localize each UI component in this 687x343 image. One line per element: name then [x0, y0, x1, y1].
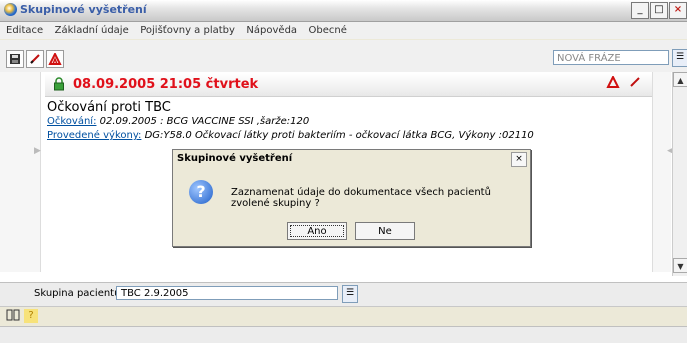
- no-button[interactable]: Ne: [355, 222, 415, 240]
- save-button[interactable]: [6, 50, 24, 68]
- save-icon: [10, 54, 20, 64]
- title-bar: Skupinové vyšetření _ □ ×: [0, 0, 687, 22]
- patient-group-input[interactable]: TBC 2.9.2005: [116, 286, 338, 300]
- procedures-link[interactable]: Provedené výkony:: [47, 130, 141, 141]
- question-icon: ?: [189, 180, 213, 204]
- scroll-down-arrow-icon[interactable]: ▼: [673, 258, 687, 273]
- hint-icon[interactable]: ?: [24, 309, 38, 323]
- close-button[interactable]: ×: [669, 2, 687, 19]
- dialog-title-bar: Skupinové vyšetření ×: [173, 150, 530, 168]
- edit-button[interactable]: [26, 50, 44, 68]
- window-title: Skupinové vyšetření: [20, 3, 147, 16]
- vaccination-value: 02.09.2005 : BCG VACCINE SSI ,šarže:120: [96, 116, 310, 127]
- menu-item-zakladni-udaje[interactable]: Základní údaje: [55, 22, 129, 39]
- dialog-close-button[interactable]: ×: [511, 152, 527, 167]
- record-button[interactable]: [46, 50, 64, 68]
- left-gutter: ▶: [0, 72, 41, 272]
- phrase-list-button[interactable]: ☰: [672, 49, 687, 67]
- book-icon[interactable]: [6, 309, 20, 323]
- patient-group-panel: Skupina pacientů : TBC 2.9.2005 ☰: [0, 282, 687, 307]
- patient-group-list-button[interactable]: ☰: [342, 285, 358, 303]
- menu-item-napoveda[interactable]: Nápověda: [246, 22, 297, 39]
- record-sign-icon[interactable]: [604, 74, 622, 92]
- record-header-actions: [604, 74, 644, 92]
- list-icon: ☰: [675, 52, 685, 62]
- menu-item-pojistovny[interactable]: Pojišťovny a platby: [140, 22, 235, 39]
- patient-group-label: Skupina pacientů :: [34, 288, 127, 299]
- menu-bar: Editace Základní údaje Pojišťovny a plat…: [0, 22, 687, 39]
- yes-button[interactable]: Ano: [287, 222, 347, 240]
- app-icon: [4, 3, 17, 16]
- menu-item-editace[interactable]: Editace: [6, 22, 43, 39]
- record-header: 08.09.2005 21:05 čtvrtek: [45, 74, 652, 97]
- minimize-button[interactable]: _: [631, 2, 649, 19]
- expand-arrow-icon[interactable]: ▶: [34, 146, 41, 156]
- dialog-title: Skupinové vyšetření: [177, 153, 293, 164]
- record-title: Očkování proti TBC: [47, 100, 171, 115]
- maximize-button[interactable]: □: [650, 2, 668, 19]
- record-datetime: 08.09.2005 21:05 čtvrtek: [73, 77, 259, 92]
- vaccination-link[interactable]: Očkování:: [47, 116, 96, 127]
- edit-pen-icon: [30, 54, 40, 64]
- procedures-value: DG:Y58.0 Očkovací látky proti bakteriím …: [141, 130, 534, 141]
- confirm-dialog: Skupinové vyšetření × ? Zaznamenat údaje…: [172, 149, 531, 247]
- procedures-line: Provedené výkony: DG:Y58.0 Očkovací látk…: [47, 130, 534, 141]
- lock-icon: [54, 77, 64, 91]
- footer-bar: [0, 326, 687, 343]
- record-edit-icon[interactable]: [626, 76, 644, 92]
- scroll-up-arrow-icon[interactable]: ▲: [673, 72, 687, 87]
- right-gutter: ◀: [652, 72, 674, 272]
- status-bar: ?: [0, 306, 687, 327]
- dialog-message: Zaznamenat údaje do dokumentace všech pa…: [231, 187, 491, 209]
- record-icon: [48, 51, 62, 65]
- phrase-input[interactable]: NOVÁ FRÁZE: [553, 50, 669, 65]
- menu-item-obecne[interactable]: Obecné: [309, 22, 347, 39]
- toolbar: NOVÁ FRÁZE ☰: [0, 40, 687, 73]
- vertical-scrollbar[interactable]: ▲ ▼: [672, 72, 687, 276]
- window-controls: _ □ ×: [631, 2, 687, 19]
- list-icon: ☰: [345, 288, 355, 298]
- vaccination-line: Očkování: 02.09.2005 : BCG VACCINE SSI ,…: [47, 116, 309, 127]
